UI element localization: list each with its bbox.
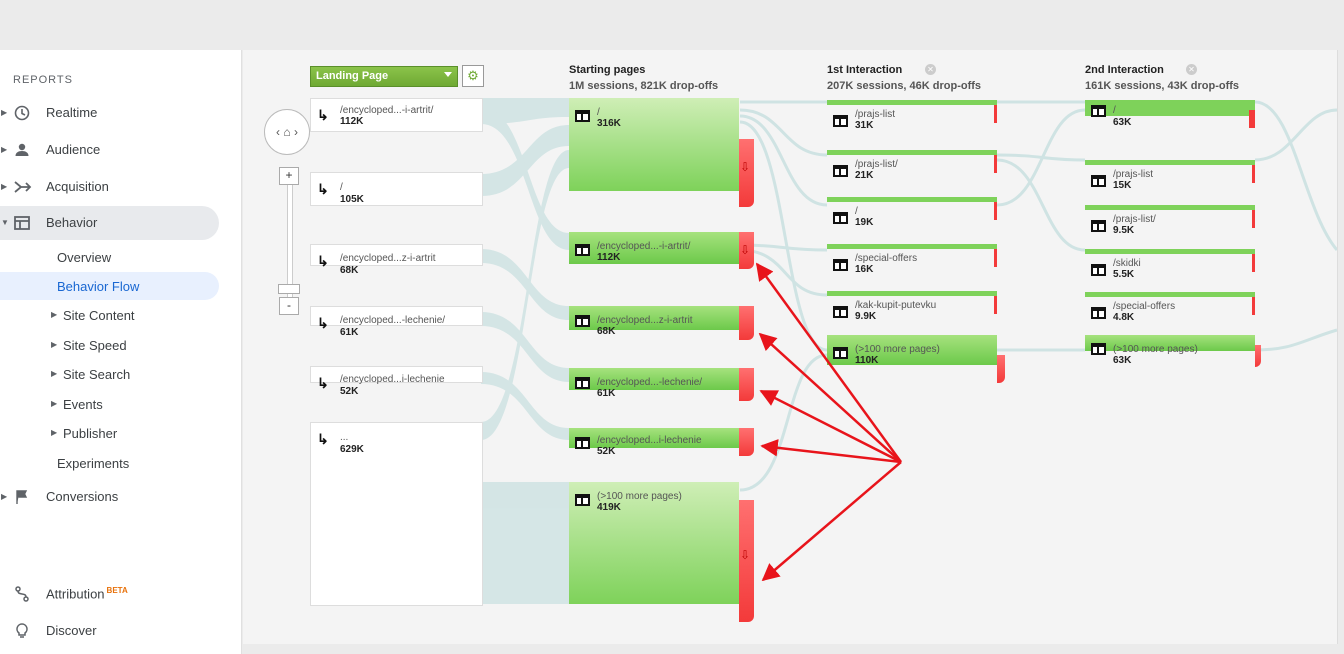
sidebar-item-acquisition[interactable]: ▶ Acquisition [0,170,241,204]
attribution-icon [15,586,29,602]
sidebar-subitem-label: Behavior Flow [57,279,140,294]
sidebar-subitem-label: Events [63,397,103,412]
sidebar-subitem-experiments[interactable]: Experiments [0,449,219,477]
sidebar-item-label: Acquisition [46,179,109,194]
sidebar-item-label: Attribution BETA [46,586,128,601]
attribution-label: Attribution [46,586,105,602]
sidebar-subitem-site-content[interactable]: ▶ Site Content [0,301,219,329]
sidebar-item-label: Discover [46,623,97,638]
sidebar-subitem-label: Site Speed [63,338,127,353]
lightbulb-icon [16,623,28,638]
sidebar-item-realtime[interactable]: ▶ Realtime [0,96,241,130]
annotation-arrow [761,461,902,582]
expand-triangle-icon: ▶ [51,369,58,378]
expand-caret-icon: ▶ [1,182,8,191]
sidebar-item-discover[interactable]: Discover [0,614,241,648]
behavior-icon [14,216,30,230]
annotation-arrows [755,262,903,582]
annotation-arrow [759,389,902,464]
annotation-arrow [758,332,902,463]
expand-caret-icon: ▶ [1,492,8,501]
sidebar-subitem-label: Site Content [63,308,135,323]
sidebar-item-label: Audience [46,142,101,157]
sidebar-item-behavior[interactable]: ▼ Behavior [0,206,219,240]
reports-heading: REPORTS [13,74,73,86]
annotation-arrow [755,262,903,463]
sidebar-item-label: Realtime [46,105,98,120]
expand-triangle-icon: ▶ [51,340,58,349]
sidebar-item-label: Behavior [46,215,98,230]
sidebar-item-label: Conversions [46,489,119,504]
acquisition-icon [14,181,32,193]
sidebar-subitem-publisher[interactable]: ▶ Publisher [0,419,219,447]
sidebar-subitem-events[interactable]: ▶ Events [0,390,219,418]
sidebar-subitem-overview[interactable]: Overview [0,243,219,271]
behavior-flow-canvas[interactable]: Landing Page ⚙ ‹ ⌂ › + - Starting pages 1… [243,50,1338,644]
top-bar [0,0,1344,50]
sidebar: REPORTS ▶ Realtime ▶ Audience ▶ Acquisit… [0,50,242,654]
collapse-caret-icon: ▼ [1,218,9,227]
sidebar-item-conversions[interactable]: ▶ Conversions [0,480,241,514]
sidebar-subitem-label: Experiments [57,456,130,471]
sidebar-subitem-label: Publisher [63,426,118,441]
clock-icon [14,105,30,121]
sidebar-subitem-label: Overview [57,250,112,265]
expand-caret-icon: ▶ [1,108,8,117]
annotation-arrow [760,439,902,464]
sidebar-item-audience[interactable]: ▶ Audience [0,133,241,167]
expand-caret-icon: ▶ [1,145,8,154]
expand-triangle-icon: ▶ [51,310,58,319]
expand-triangle-icon: ▶ [51,428,58,437]
sidebar-subitem-site-speed[interactable]: ▶ Site Speed [0,331,219,359]
sidebar-item-attribution[interactable]: Attribution BETA [0,577,241,611]
expand-triangle-icon: ▶ [51,399,58,408]
person-icon [15,143,29,156]
flag-icon [16,490,28,504]
sidebar-subitem-behavior-flow[interactable]: Behavior Flow [0,272,219,300]
sidebar-subitem-label: Site Search [63,367,131,382]
sidebar-subitem-site-search[interactable]: ▶ Site Search [0,360,219,388]
beta-badge: BETA [106,586,128,595]
